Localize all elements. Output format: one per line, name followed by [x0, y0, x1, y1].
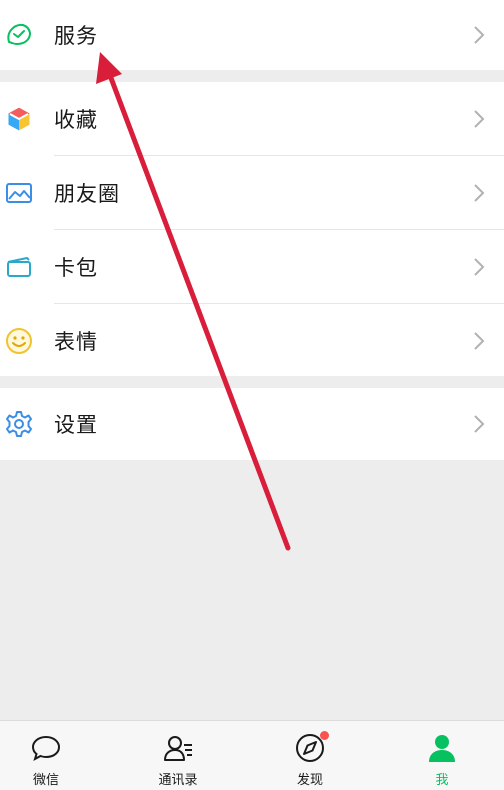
- gear-icon: [4, 409, 34, 439]
- chat-bubble-icon: [29, 731, 63, 765]
- menu-item-cards[interactable]: 卡包: [0, 230, 504, 304]
- menu-item-moments[interactable]: 朋友圈: [0, 156, 504, 230]
- menu-label-services: 服务: [54, 24, 98, 48]
- chevron-right-icon: [474, 258, 485, 276]
- notification-dot: [320, 731, 329, 740]
- menu-item-stickers[interactable]: 表情: [0, 304, 504, 378]
- card-wallet-icon: [4, 252, 34, 282]
- compass-icon: [293, 731, 329, 765]
- menu-item-favorites[interactable]: 收藏: [0, 82, 504, 156]
- chevron-right-icon: [474, 26, 485, 44]
- menu-label-cards: 卡包: [54, 256, 98, 280]
- chevron-right-icon: [474, 110, 485, 128]
- settings-group: 设置: [0, 388, 504, 460]
- person-icon: [425, 731, 459, 765]
- menu-label-settings: 设置: [54, 413, 98, 437]
- menu-label-favorites: 收藏: [54, 108, 98, 132]
- contacts-icon: [161, 731, 195, 765]
- bottom-tab-bar: 微信 通讯录 发现 我: [0, 720, 504, 790]
- smiley-icon: [4, 326, 34, 356]
- tab-contacts[interactable]: 通讯录: [128, 721, 228, 790]
- menu-item-services[interactable]: 服务: [0, 0, 504, 70]
- chevron-right-icon: [474, 332, 485, 350]
- menu-item-settings[interactable]: 设置: [0, 388, 504, 460]
- chevron-right-icon: [474, 415, 485, 433]
- tab-discover[interactable]: 发现: [260, 721, 360, 790]
- tab-label: 通讯录: [158, 773, 198, 788]
- me-screen: 服务 收藏 朋友圈 卡包 表情 设置 微信 通讯录 发现 我: [0, 0, 504, 790]
- services-group: 服务: [0, 0, 504, 70]
- features-group: 收藏 朋友圈 卡包 表情: [0, 82, 504, 376]
- tab-label: 微信: [32, 773, 59, 788]
- tab-label: 发现: [296, 773, 323, 788]
- tab-me[interactable]: 我: [392, 721, 492, 790]
- moments-picture-icon: [4, 178, 34, 208]
- menu-label-moments: 朋友圈: [54, 182, 120, 206]
- chevron-right-icon: [474, 184, 485, 202]
- menu-label-stickers: 表情: [54, 330, 98, 354]
- services-icon: [4, 20, 34, 50]
- tab-chats[interactable]: 微信: [0, 721, 96, 790]
- favorites-cube-icon: [4, 104, 34, 134]
- tab-label: 我: [435, 773, 449, 788]
